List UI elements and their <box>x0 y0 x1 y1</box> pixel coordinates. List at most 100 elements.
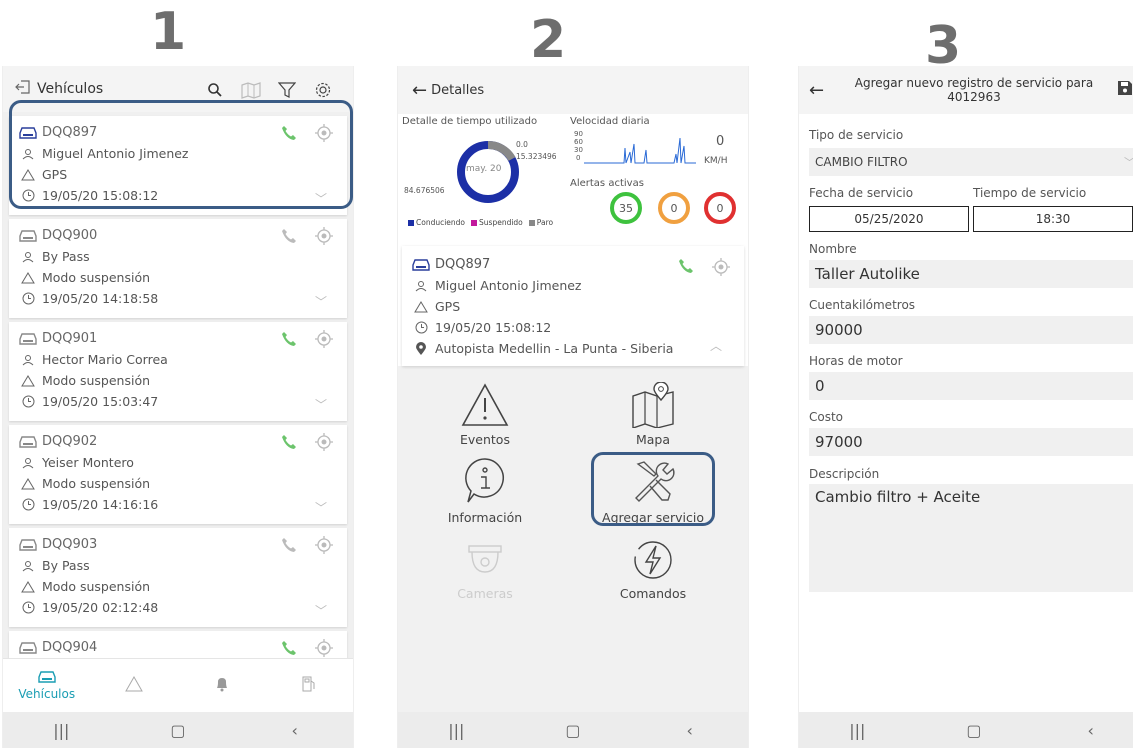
phone-icon[interactable] <box>678 258 694 280</box>
person-icon <box>410 280 432 292</box>
camera-icon <box>400 532 570 582</box>
service-type-select[interactable]: CAMBIO FILTRO ﹀ <box>809 148 1133 176</box>
locate-icon[interactable] <box>315 227 333 249</box>
recent-apps-icon[interactable]: ||| <box>827 721 887 740</box>
list-item[interactable]: DQQ900 By Pass Modo suspensión 19/05/20 … <box>9 219 347 318</box>
time-field[interactable]: 18:30 <box>973 206 1133 232</box>
map-icon[interactable] <box>233 79 269 100</box>
legend-stopped: Paro <box>536 218 554 227</box>
recent-apps-icon[interactable]: ||| <box>31 721 91 740</box>
locate-icon[interactable] <box>315 536 333 558</box>
location-pin-icon <box>410 341 432 356</box>
step-number-3: 3 <box>925 16 962 76</box>
home-icon[interactable]: ▢ <box>148 721 208 740</box>
menu-information[interactable]: Información <box>400 456 570 525</box>
date-field[interactable]: 05/25/2020 <box>809 206 969 232</box>
engine-hours-label: Horas de motor <box>809 354 903 368</box>
home-icon[interactable]: ▢ <box>944 721 1004 740</box>
alerts-label: Alertas activas <box>570 178 644 189</box>
time-detail-label: Detalle de tiempo utilizado <box>402 116 538 127</box>
phone-icon[interactable] <box>281 331 297 351</box>
vehicle-status: Modo suspensión <box>42 476 151 491</box>
android-nav-bar: ||| ▢ ‹ <box>398 712 748 748</box>
menu-map[interactable]: Mapa <box>568 378 738 447</box>
save-icon[interactable] <box>1117 80 1133 100</box>
warning-icon <box>400 378 570 428</box>
menu-information-label: Información <box>447 510 523 525</box>
person-icon <box>17 560 39 572</box>
vehicle-plate: DQQ902 <box>42 434 98 449</box>
step-number-1: 1 <box>150 2 187 62</box>
search-icon[interactable] <box>197 79 233 100</box>
nav-back-icon[interactable]: ‹ <box>660 721 720 740</box>
cost-label: Costo <box>809 410 844 424</box>
menu-map-label: Mapa <box>635 432 671 447</box>
back-arrow-icon[interactable]: ← <box>809 80 831 101</box>
vehicle-time: 19/05/20 15:03:47 <box>42 394 159 409</box>
phone-icon[interactable] <box>281 434 297 454</box>
phone-icon[interactable] <box>281 640 297 658</box>
vehicle-card: DQQ897 Miguel Antonio Jimenez GPS 19/05/… <box>402 246 744 366</box>
description-field[interactable]: Cambio filtro + Aceite <box>809 484 1133 592</box>
tab-vehicles[interactable]: Vehículos <box>3 670 91 701</box>
chevron-down-icon[interactable]: ﹀ <box>315 499 327 516</box>
locate-icon[interactable] <box>315 330 333 352</box>
chevron-down-icon[interactable]: ﹀ <box>315 293 327 310</box>
vehicle-plate: DQQ903 <box>42 537 98 552</box>
locate-icon[interactable] <box>315 639 333 658</box>
warning-icon <box>410 300 432 313</box>
menu-commands[interactable]: Comandos <box>568 532 738 601</box>
list-item[interactable]: DQQ902 Yeiser Montero Modo suspensión 19… <box>9 425 347 524</box>
alert-count-red[interactable]: 0 <box>704 192 736 224</box>
menu-cameras[interactable]: Cameras <box>400 532 570 601</box>
car-icon <box>3 670 91 687</box>
nav-back-icon[interactable]: ‹ <box>265 721 325 740</box>
alert-count-green[interactable]: 35 <box>610 192 642 224</box>
locate-icon[interactable] <box>712 258 730 280</box>
odometer-field[interactable]: 90000 <box>809 316 1133 344</box>
vehicle-status: Modo suspensión <box>42 373 151 388</box>
list-item[interactable]: DQQ904 <box>9 631 347 658</box>
vehicle-driver: Hector Mario Correa <box>42 352 168 367</box>
locate-icon[interactable] <box>315 433 333 455</box>
tab-alerts[interactable] <box>91 675 179 695</box>
cost-field[interactable]: 97000 <box>809 428 1133 456</box>
clock-icon <box>17 395 39 408</box>
add-service-highlight <box>591 452 715 526</box>
phone-icon[interactable] <box>281 228 297 248</box>
vehicles-screen: Vehículos DQQ897 Miguel Antonio Jimenez … <box>2 66 354 748</box>
gear-icon[interactable] <box>305 79 341 100</box>
details-screen: ← Detalles Detalle de tiempo utilizado m… <box>397 66 749 748</box>
nav-back-icon[interactable]: ‹ <box>1061 721 1121 740</box>
add-service-screen: ← Agregar nuevo registro de servicio par… <box>798 66 1133 748</box>
menu-events[interactable]: Eventos <box>400 378 570 447</box>
car-icon <box>17 435 39 449</box>
tab-fuel[interactable] <box>266 675 354 696</box>
speed-sparkline <box>584 137 696 164</box>
alert-count-orange[interactable]: 0 <box>658 192 690 224</box>
back-icon[interactable] <box>15 79 31 99</box>
speed-tick: 0 <box>576 154 581 162</box>
warning-icon <box>17 271 39 284</box>
vehicle-status: Modo suspensión <box>42 270 151 285</box>
home-icon[interactable]: ▢ <box>543 721 603 740</box>
person-icon <box>17 457 39 469</box>
vehicle-time: 19/05/20 15:08:12 <box>435 320 552 335</box>
engine-hours-field[interactable]: 0 <box>809 372 1133 400</box>
list-item[interactable]: DQQ901 Hector Mario Correa Modo suspensi… <box>9 322 347 421</box>
filter-icon[interactable] <box>269 79 305 100</box>
clock-icon <box>17 292 39 305</box>
phone-icon[interactable] <box>281 537 297 557</box>
chevron-down-icon[interactable]: ﹀ <box>315 396 327 413</box>
donut-value-b: 15.323496 <box>516 152 557 161</box>
back-arrow-icon[interactable]: ← <box>412 80 427 101</box>
menu-cameras-label: Cameras <box>457 586 513 601</box>
chevron-up-icon[interactable]: ︿ <box>710 337 722 354</box>
warning-icon <box>125 675 144 695</box>
list-item[interactable]: DQQ903 By Pass Modo suspensión 19/05/20 … <box>9 528 347 627</box>
recent-apps-icon[interactable]: ||| <box>426 721 486 740</box>
tab-notifications[interactable] <box>178 676 266 695</box>
name-field[interactable]: Taller Autolike <box>809 260 1133 288</box>
fuel-pump-icon <box>301 676 317 696</box>
chevron-down-icon[interactable]: ﹀ <box>315 602 327 619</box>
